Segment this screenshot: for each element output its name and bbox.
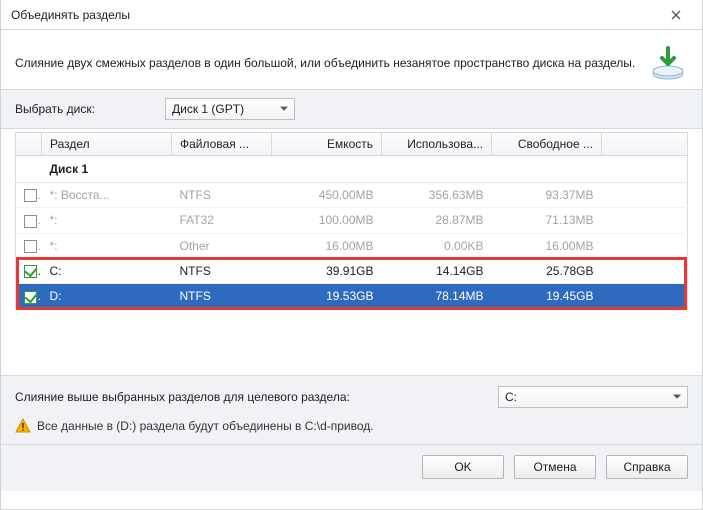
cell-filesystem: NTFS <box>172 258 272 283</box>
ok-button[interactable]: OK <box>422 455 504 479</box>
disk-select-row: Выбрать диск: Диск 1 (GPT) <box>1 90 702 129</box>
col-check[interactable] <box>16 133 42 156</box>
cell-filesystem: FAT32 <box>172 208 272 233</box>
close-icon <box>671 10 681 20</box>
merge-partitions-icon <box>648 44 688 84</box>
cell-capacity: 19.53GB <box>272 284 382 309</box>
cancel-button[interactable]: Отмена <box>514 455 596 479</box>
cell-partition: D: <box>42 284 172 309</box>
table-row[interactable]: D:NTFS19.53GB78.14MB19.45GB <box>16 284 688 309</box>
title-bar: Объединять разделы <box>1 0 702 30</box>
cell-used: 356.63MB <box>382 183 492 208</box>
description-text: Слияние двух смежных разделов в один бол… <box>15 55 648 71</box>
target-select[interactable]: C: <box>498 386 688 408</box>
cell-capacity: 100.00MB <box>272 208 382 233</box>
cell-partition: *: <box>42 233 172 258</box>
cell-capacity: 450.00MB <box>272 183 382 208</box>
disk-select-value: Диск 1 (GPT) <box>172 102 244 116</box>
col-free[interactable]: Свободное ... <box>492 133 602 156</box>
table-row: *:FAT32100.00MB28.87MB71.13MB <box>16 208 688 233</box>
row-checkbox-cell[interactable] <box>16 284 42 309</box>
table-row: *: Восста...NTFS450.00MB356.63MB93.37MB <box>16 183 688 208</box>
row-checkbox-cell[interactable] <box>16 258 42 283</box>
warning-row: Все данные в (D:) раздела будут объедине… <box>15 416 688 438</box>
button-bar: OK Отмена Справка <box>1 444 702 491</box>
cell-filesystem: Other <box>172 233 272 258</box>
cell-tail <box>602 233 688 258</box>
col-used[interactable]: Использова... <box>382 133 492 156</box>
col-capacity[interactable]: Емкость <box>272 133 382 156</box>
col-tail[interactable] <box>602 133 688 156</box>
cell-used: 0.00KB <box>382 233 492 258</box>
cell-free: 25.78GB <box>492 258 602 283</box>
disk-group-label: Диск 1 <box>42 156 688 183</box>
cell-tail <box>602 284 688 309</box>
cell-filesystem: NTFS <box>172 284 272 309</box>
cell-used: 78.14MB <box>382 284 492 309</box>
row-checkbox <box>24 215 37 228</box>
table-row[interactable]: C:NTFS39.91GB14.14GB25.78GB <box>16 258 688 283</box>
col-filesystem[interactable]: Файловая ... <box>172 133 272 156</box>
cell-used: 14.14GB <box>382 258 492 283</box>
row-checkbox-cell <box>16 233 42 258</box>
table-row: *:Other16.00MB0.00KB16.00MB <box>16 233 688 258</box>
help-button[interactable]: Справка <box>606 455 688 479</box>
cell-free: 16.00MB <box>492 233 602 258</box>
row-checkbox[interactable] <box>24 291 37 304</box>
warning-icon <box>15 418 31 434</box>
target-select-value: C: <box>505 390 517 404</box>
cell-partition: C: <box>42 258 172 283</box>
cell-partition: *: Восста... <box>42 183 172 208</box>
disk-select[interactable]: Диск 1 (GPT) <box>165 98 295 120</box>
cell-filesystem: NTFS <box>172 183 272 208</box>
description-strip: Слияние двух смежных разделов в один бол… <box>1 30 702 90</box>
partition-table-container: Раздел Файловая ... Емкость Использова..… <box>1 129 702 313</box>
target-row: Слияние выше выбранных разделов для целе… <box>15 386 688 408</box>
cell-capacity: 39.91GB <box>272 258 382 283</box>
cell-tail <box>602 183 688 208</box>
cell-partition: *: <box>42 208 172 233</box>
row-checkbox-cell <box>16 183 42 208</box>
window-title: Объединять разделы <box>11 8 656 22</box>
cell-tail <box>602 258 688 283</box>
warning-text: Все данные в (D:) раздела будут объедине… <box>37 419 374 433</box>
close-button[interactable] <box>656 1 696 29</box>
row-checkbox-cell <box>16 208 42 233</box>
cell-free: 93.37MB <box>492 183 602 208</box>
lower-panel: Слияние выше выбранных разделов для целе… <box>1 375 702 444</box>
row-checkbox <box>24 189 37 202</box>
row-checkbox <box>24 240 37 253</box>
partition-table: Раздел Файловая ... Емкость Использова..… <box>15 132 688 310</box>
cell-free: 71.13MB <box>492 208 602 233</box>
cell-capacity: 16.00MB <box>272 233 382 258</box>
table-header-row: Раздел Файловая ... Емкость Использова..… <box>16 133 688 156</box>
cell-used: 28.87MB <box>382 208 492 233</box>
col-partition[interactable]: Раздел <box>42 133 172 156</box>
target-label: Слияние выше выбранных разделов для целе… <box>15 390 488 404</box>
cell-tail <box>602 208 688 233</box>
cell-free: 19.45GB <box>492 284 602 309</box>
table-empty-space <box>1 313 702 375</box>
disk-select-label: Выбрать диск: <box>15 102 165 116</box>
row-checkbox[interactable] <box>24 265 37 278</box>
disk-group-row: Диск 1 <box>16 156 688 183</box>
